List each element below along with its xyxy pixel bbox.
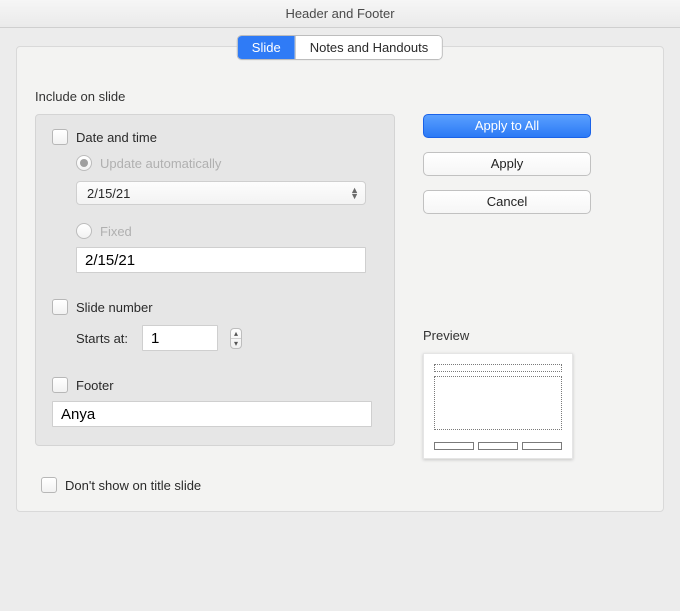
stepper-up-icon: ▴	[231, 329, 241, 338]
slide-number-checkbox[interactable]	[52, 299, 68, 315]
preview-body-region	[434, 376, 562, 430]
date-time-checkbox[interactable]	[52, 129, 68, 145]
preview-footer-slot	[522, 442, 562, 450]
dont-show-title-checkbox[interactable]	[41, 477, 57, 493]
titlebar: Header and Footer	[0, 0, 680, 28]
date-format-value: 2/15/21	[87, 186, 130, 201]
preview-label: Preview	[423, 328, 645, 343]
dialog-window: Header and Footer Slide Notes and Handou…	[0, 0, 680, 611]
preview-footer-slot	[478, 442, 518, 450]
date-time-label: Date and time	[76, 130, 157, 145]
preview-footer-slot	[434, 442, 474, 450]
options-group: Date and time Update automatically 2/15/…	[35, 114, 395, 446]
apply-button[interactable]: Apply	[423, 152, 591, 176]
content: Slide Notes and Handouts Include on slid…	[0, 28, 680, 524]
include-on-slide-label: Include on slide	[35, 89, 645, 104]
footer-label: Footer	[76, 378, 114, 393]
window-title: Header and Footer	[285, 6, 394, 21]
dont-show-title-label: Don't show on title slide	[65, 478, 201, 493]
fixed-date-input[interactable]	[76, 247, 366, 273]
date-format-select[interactable]: 2/15/21 ▲▼	[76, 181, 366, 205]
footer-input[interactable]	[52, 401, 372, 427]
preview-box	[423, 353, 573, 459]
cancel-button[interactable]: Cancel	[423, 190, 591, 214]
chevron-updown-icon: ▲▼	[350, 187, 359, 199]
update-automatically-label: Update automatically	[100, 156, 221, 171]
starts-at-stepper[interactable]: ▴ ▾	[230, 328, 242, 349]
slide-number-label: Slide number	[76, 300, 153, 315]
preview-footer-region	[434, 442, 562, 450]
footer-checkbox[interactable]	[52, 377, 68, 393]
tab-slide[interactable]: Slide	[238, 36, 295, 59]
update-automatically-radio[interactable]	[76, 155, 92, 171]
fixed-radio[interactable]	[76, 223, 92, 239]
tab-notes-handouts[interactable]: Notes and Handouts	[295, 36, 443, 59]
preview-header-region	[434, 364, 562, 372]
starts-at-input[interactable]	[142, 325, 218, 351]
fixed-label: Fixed	[100, 224, 132, 239]
apply-to-all-button[interactable]: Apply to All	[423, 114, 591, 138]
stepper-down-icon: ▾	[231, 338, 241, 348]
starts-at-label: Starts at:	[76, 331, 128, 346]
main-panel: Slide Notes and Handouts Include on slid…	[16, 46, 664, 512]
tab-control: Slide Notes and Handouts	[237, 35, 443, 60]
